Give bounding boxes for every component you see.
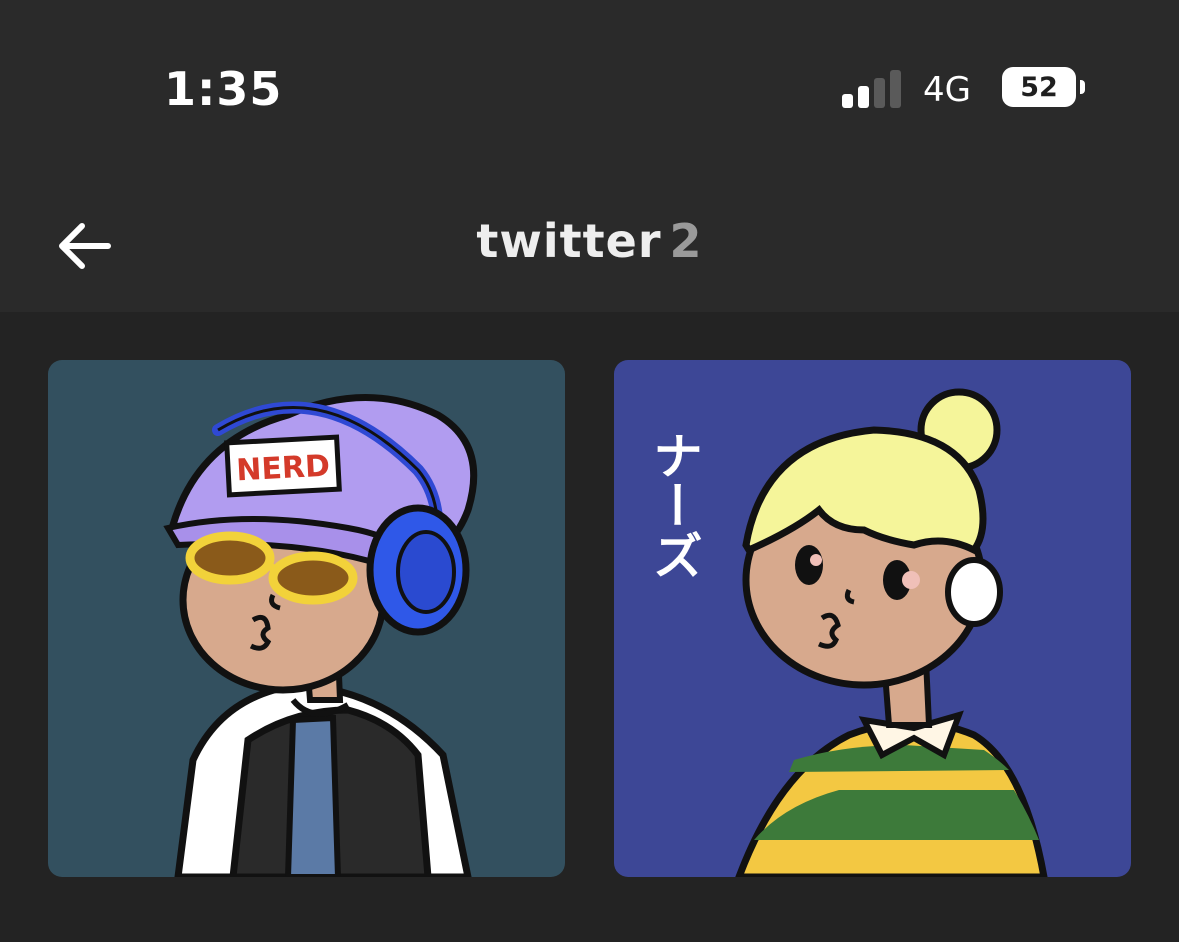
- nerd-badge-text: NERD: [235, 449, 330, 489]
- nerd-avatar-illustration: NERD: [163, 394, 478, 877]
- battery-tip: [1080, 80, 1085, 94]
- status-bar: 1:35 4G 52: [0, 0, 1179, 170]
- grid-item-nerd-avatar[interactable]: NERD: [48, 360, 565, 877]
- network-type: 4G: [923, 70, 971, 110]
- status-time: 1:35: [164, 62, 283, 116]
- album-count: 2: [669, 214, 703, 268]
- battery-level: 52: [1002, 67, 1076, 107]
- blonde-avatar-illustration: ナーズ: [645, 388, 1048, 877]
- grid-item-blonde-avatar[interactable]: ナーズ: [614, 360, 1131, 877]
- nav-header: twitter 2: [0, 170, 1179, 312]
- album-title: twitter: [476, 214, 662, 268]
- page-title: twitter 2: [0, 214, 1179, 268]
- battery-icon: 52: [1002, 67, 1085, 107]
- side-katakana-text: ナーズ: [645, 430, 703, 580]
- cellular-signal-icon: [842, 70, 901, 108]
